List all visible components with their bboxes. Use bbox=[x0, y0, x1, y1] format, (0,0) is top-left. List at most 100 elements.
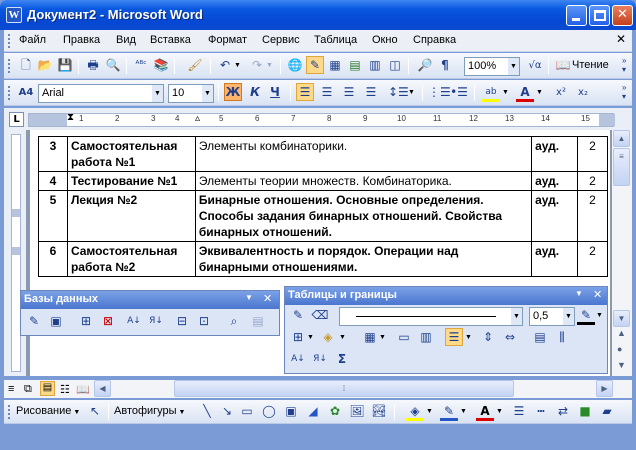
database-toolbar-title[interactable]: Базы данных bbox=[21, 291, 279, 309]
toolbar-options-icon[interactable]: » ▾ bbox=[622, 83, 626, 101]
word-app-icon[interactable]: W bbox=[6, 7, 22, 23]
print-layout-icon[interactable]: ▤ bbox=[40, 381, 55, 396]
table-cell[interactable]: Лекция №2 bbox=[66, 190, 196, 242]
close-icon[interactable]: ✕ bbox=[263, 292, 272, 305]
menu-edit[interactable]: Правка bbox=[63, 34, 100, 46]
scroll-thumb[interactable]: ≡ bbox=[613, 148, 630, 186]
font-color-icon[interactable]: A bbox=[516, 84, 534, 102]
align-right-icon[interactable]: ☰ bbox=[340, 84, 358, 102]
table-cell[interactable]: 2 bbox=[577, 241, 608, 277]
scroll-thumb[interactable]: ⁞ bbox=[174, 380, 514, 397]
minimize-button[interactable] bbox=[566, 5, 587, 26]
close-icon[interactable]: ✕ bbox=[593, 288, 602, 301]
highlight-dropdown-icon[interactable]: ▼ bbox=[502, 89, 509, 96]
insert-table-icon[interactable]: ▦ bbox=[361, 329, 379, 347]
font-color-dropdown-icon[interactable]: ▼ bbox=[536, 89, 543, 96]
add-record-icon[interactable]: ⊞ bbox=[77, 313, 95, 331]
tables-borders-toolbar-title[interactable]: Таблицы и границы bbox=[285, 287, 607, 305]
horizontal-ruler[interactable]: ⧗ ▵ 1 2 3 4 5 6 7 8 9 10 11 12 13 14 15 bbox=[28, 112, 615, 127]
subscript-icon[interactable]: x₂ bbox=[574, 84, 592, 102]
line-spacing-icon[interactable]: ↕☰ bbox=[388, 84, 409, 102]
columns-icon[interactable]: ▥ bbox=[366, 57, 384, 75]
toolbar-grip[interactable] bbox=[8, 405, 11, 419]
next-page-icon[interactable]: ▼ bbox=[617, 360, 626, 370]
table-cell[interactable]: Самостоятельная работа №1 bbox=[66, 136, 196, 172]
document-map-icon[interactable]: 🔎 bbox=[416, 57, 434, 75]
vertical-ruler[interactable] bbox=[11, 134, 21, 372]
table-cell[interactable]: 3 bbox=[38, 136, 68, 172]
font-color-dropdown-icon[interactable]: ▼ bbox=[496, 408, 503, 415]
first-line-indent-marker[interactable]: ⧗ bbox=[67, 112, 74, 123]
split-cells-icon[interactable]: ▥ bbox=[417, 329, 435, 347]
distribute-rows-icon[interactable]: ⇕ bbox=[479, 329, 497, 347]
reading-layout-icon[interactable]: 📖 bbox=[76, 383, 90, 396]
read-icon[interactable]: 📖 bbox=[554, 57, 572, 75]
insert-picture-icon[interactable]: 🏞 bbox=[370, 403, 388, 421]
menu-help[interactable]: Справка bbox=[413, 34, 456, 46]
research-icon[interactable]: 📚 bbox=[152, 57, 170, 75]
select-browse-object-icon[interactable]: ● bbox=[617, 344, 622, 354]
font-size-combo[interactable]: 10 ▼ bbox=[168, 84, 214, 103]
normal-view-icon[interactable]: ≡ bbox=[8, 383, 14, 395]
menu-format[interactable]: Формат bbox=[208, 34, 247, 46]
numbering-icon[interactable]: ⋮☰ bbox=[428, 84, 451, 102]
table-cell[interactable]: Элементы комбинаторики. bbox=[194, 136, 533, 172]
new-document-icon[interactable]: 🗋 bbox=[17, 57, 35, 75]
manage-fields-icon[interactable]: ▣ bbox=[47, 313, 65, 331]
bold-button[interactable]: Ж bbox=[224, 83, 242, 101]
drawing-icon[interactable]: ◫ bbox=[386, 57, 404, 75]
superscript-icon[interactable]: x² bbox=[552, 84, 570, 102]
arrow-style-icon[interactable]: ⇄ bbox=[554, 403, 572, 421]
save-icon[interactable]: 💾 bbox=[56, 57, 74, 75]
close-document-icon[interactable]: ✕ bbox=[616, 32, 626, 46]
font-name-combo[interactable]: Arial ▼ bbox=[38, 84, 164, 103]
line-weight-combo[interactable]: 0,5 ▼ bbox=[529, 307, 575, 326]
chevron-down-icon[interactable]: ▼ bbox=[511, 308, 522, 325]
sort-descending-icon[interactable]: Я↓ bbox=[311, 351, 329, 369]
chevron-down-icon[interactable]: ▼ bbox=[563, 308, 574, 325]
bullets-icon[interactable]: •☰ bbox=[450, 84, 468, 102]
delete-record-icon[interactable]: ⊠ bbox=[99, 313, 117, 331]
table-cell[interactable]: ауд. bbox=[531, 190, 579, 242]
align-cell-icon[interactable]: ☰ bbox=[445, 328, 463, 346]
wordart-icon[interactable]: ◢ bbox=[304, 403, 322, 421]
merge-cells-icon[interactable]: ▭ bbox=[395, 329, 413, 347]
maximize-button[interactable] bbox=[589, 5, 610, 26]
print-icon[interactable]: 🖶 bbox=[84, 57, 102, 75]
table-cell[interactable]: 4 bbox=[38, 171, 68, 191]
close-button[interactable]: ✕ bbox=[612, 5, 633, 26]
line-style-icon[interactable]: ☰ bbox=[510, 403, 528, 421]
table-cell[interactable]: ауд. bbox=[531, 241, 579, 277]
scroll-left-icon[interactable]: ◀ bbox=[94, 380, 111, 397]
align-cell-dropdown-icon[interactable]: ▼ bbox=[465, 334, 472, 341]
sort-ascending-icon[interactable]: А↓ bbox=[289, 351, 307, 369]
update-field-icon[interactable]: ⊡ bbox=[195, 313, 213, 331]
select-objects-icon[interactable]: ↖ bbox=[86, 403, 104, 421]
menu-grip[interactable] bbox=[8, 34, 11, 48]
shading-color-icon[interactable]: ◈ bbox=[319, 329, 337, 347]
highlight-icon[interactable]: ab bbox=[482, 84, 500, 102]
title-bar[interactable]: W Документ2 - Microsoft Word ✕ bbox=[0, 0, 636, 30]
line-style-combo[interactable]: ▼ bbox=[339, 307, 523, 326]
data-form-icon[interactable]: ✎ bbox=[25, 313, 43, 331]
text-box-icon[interactable]: ▣ bbox=[282, 403, 300, 421]
underline-button[interactable]: Ч bbox=[266, 84, 284, 102]
italic-button[interactable]: К bbox=[246, 84, 264, 102]
insert-table-dropdown-icon[interactable]: ▼ bbox=[379, 334, 386, 341]
menu-table[interactable]: Таблица bbox=[314, 34, 357, 46]
draw-table-icon[interactable]: ✎ bbox=[289, 307, 307, 325]
table-cell[interactable]: Тестирование №1 bbox=[66, 171, 196, 191]
chevron-down-icon[interactable]: ▼ bbox=[245, 293, 253, 302]
redo-dropdown-icon[interactable]: ▼ bbox=[266, 62, 273, 69]
table-cell[interactable]: 2 bbox=[577, 190, 608, 242]
menu-view[interactable]: Вид bbox=[116, 34, 136, 46]
oval-icon[interactable]: ◯ bbox=[260, 403, 278, 421]
table-autoformat-icon[interactable]: ▤ bbox=[531, 329, 549, 347]
font-color-icon[interactable]: A bbox=[476, 403, 494, 421]
table-cell[interactable]: ауд. bbox=[531, 171, 579, 191]
insert-database-icon[interactable]: ⊟ bbox=[173, 313, 191, 331]
chevron-down-icon[interactable]: ▼ bbox=[575, 289, 583, 298]
horizontal-scrollbar[interactable]: ≡ ⧉ ▤ ☷ 📖 ◀ ⁞ ▶ bbox=[4, 380, 632, 398]
table-column-marker[interactable]: ▵ bbox=[195, 113, 200, 124]
clip-art-icon[interactable]: 🖼 bbox=[348, 403, 366, 421]
